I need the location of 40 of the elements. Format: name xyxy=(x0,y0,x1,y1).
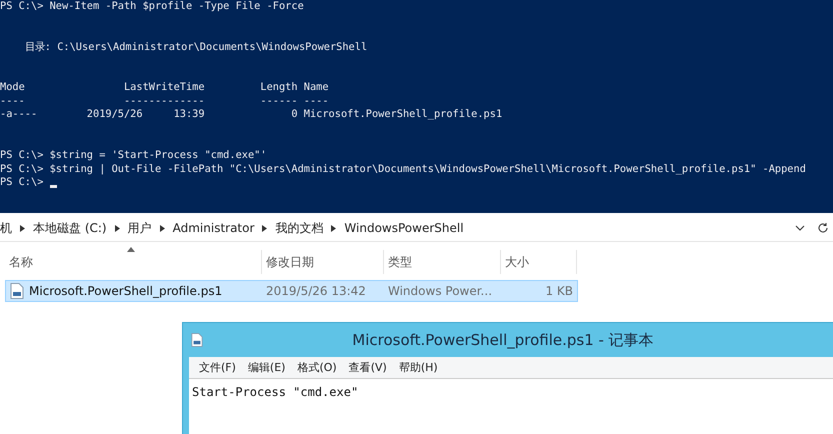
menu-item[interactable]: 文件(F) xyxy=(196,360,239,375)
file-icon xyxy=(191,333,203,347)
chevron-right-icon[interactable] xyxy=(160,224,165,232)
breadcrumb-item[interactable]: Administrator xyxy=(172,221,254,235)
console-line: Mode LastWriteTime Length Name xyxy=(0,81,329,95)
breadcrumb-item[interactable]: 机 xyxy=(0,220,12,236)
console-line: 目录: C:\Users\Administrator\Documents\WindowsPowerShell xyxy=(24,40,368,54)
menu-item[interactable]: 格式(O) xyxy=(294,360,340,375)
file-name: Microsoft.PowerShell_profile.ps1 xyxy=(29,284,222,298)
breadcrumb-item[interactable]: 我的文档 xyxy=(275,220,324,236)
chevron-right-icon[interactable] xyxy=(262,224,268,232)
breadcrumb-item[interactable]: 本地磁盘 (C:) xyxy=(33,220,107,236)
console-line: PS C:\> $string = 'Start-Process "cmd.exe"' xyxy=(0,148,267,163)
column-header[interactable]: 类型 xyxy=(384,250,501,274)
menu-item[interactable]: 帮助(H) xyxy=(396,360,441,375)
chevron-right-icon[interactable] xyxy=(331,224,336,232)
cursor-icon xyxy=(50,184,57,188)
console-line: PS C:\> $string | Out-File -FilePath "C:\Users\Administrator\Documents\WindowsPowerShell\Microsoft.PowerShell_profile.ps1" -Append xyxy=(0,162,806,176)
breadcrumb-item[interactable]: WindowsPowerShell xyxy=(344,221,464,235)
file-size: 1 KB xyxy=(545,284,573,298)
column-header[interactable]: 修改日期 xyxy=(262,250,384,274)
breadcrumb-item[interactable]: 用户 xyxy=(128,220,152,236)
file-type: Windows Power... xyxy=(388,284,492,298)
chevron-down-icon[interactable] xyxy=(795,225,805,231)
window-title: Microsoft.PowerShell_profile.ps1 - 记事本 xyxy=(352,330,655,350)
file-row[interactable]: Microsoft.PowerShell_profile.ps1 2019/5/26 13:42 Windows Power... 1 KB xyxy=(5,280,578,302)
menu-item[interactable]: 查看(V) xyxy=(346,360,390,375)
modified-date: 2019/5/26 13:42 xyxy=(266,284,366,298)
console-line: ---- ------------- ------ ---- xyxy=(0,94,329,108)
console-line: PS C:\> xyxy=(0,176,44,190)
chevron-right-icon[interactable] xyxy=(20,224,25,232)
editor-text: Start-Process "cmd.exe" xyxy=(192,385,358,399)
menu-item[interactable]: 编辑(E) xyxy=(244,360,288,375)
refresh-icon[interactable] xyxy=(817,222,829,234)
text-editor[interactable]: Start-Process "cmd.exe" xyxy=(189,379,833,434)
column-header[interactable]: 大小 xyxy=(501,250,577,274)
console-line: PS C:\> New-Item -Path $profile -Type File -Force xyxy=(0,0,304,14)
file-icon xyxy=(10,283,24,299)
chevron-right-icon[interactable] xyxy=(114,224,120,232)
console-line: -a---- 2019/5/26 13:39 0 Microsoft.PowerShell_profile.ps1 xyxy=(0,108,502,122)
